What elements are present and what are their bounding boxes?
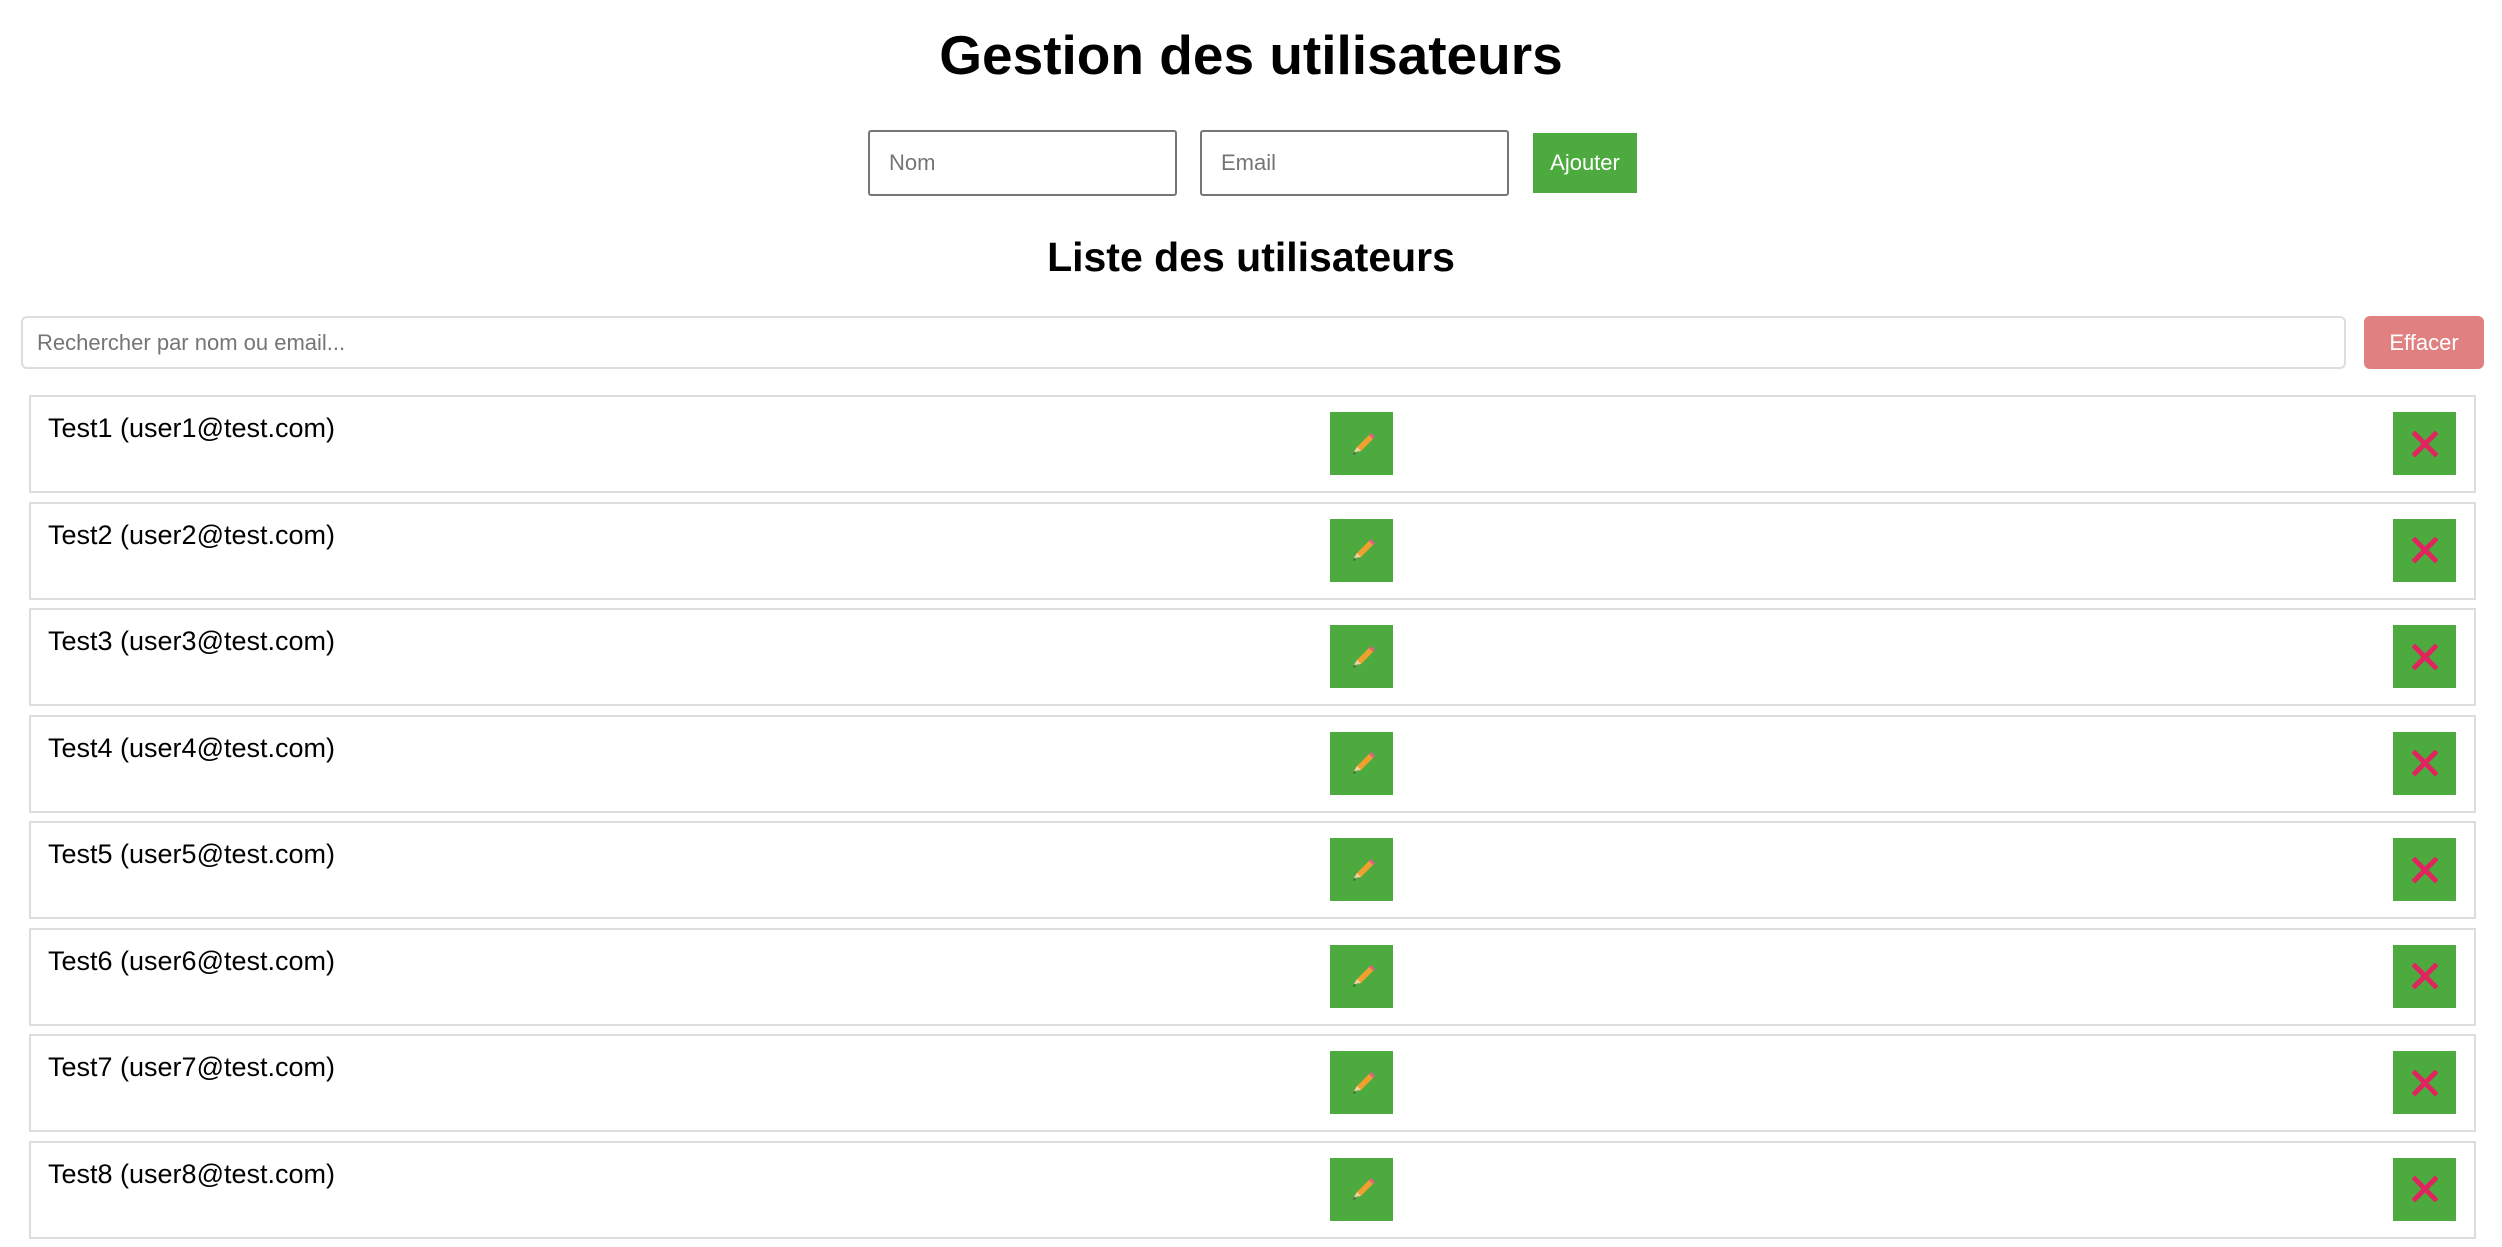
- edit-button[interactable]: [1330, 838, 1393, 901]
- page-title: Gestion des utilisateurs: [939, 24, 1563, 86]
- delete-button[interactable]: [2393, 625, 2456, 688]
- user-label: Test1 (user1@test.com): [48, 413, 335, 443]
- edit-button[interactable]: [1330, 1157, 1393, 1221]
- close-icon: [2411, 1176, 2438, 1202]
- edit-button[interactable]: [1330, 412, 1393, 475]
- delete-button[interactable]: [2393, 944, 2456, 1008]
- pencil-icon: [1352, 752, 1375, 774]
- search-input[interactable]: [21, 316, 2346, 369]
- delete-button[interactable]: [2393, 412, 2456, 475]
- user-label: Test2 (user2@test.com): [48, 519, 335, 550]
- email-input[interactable]: [1200, 130, 1509, 196]
- pencil-icon: [1352, 1071, 1375, 1094]
- pencil-icon: [1352, 645, 1375, 668]
- close-icon: [2411, 963, 2438, 989]
- close-icon: [2411, 643, 2438, 670]
- edit-button[interactable]: [1330, 518, 1393, 582]
- user-row: Test4 (user4@test.com): [29, 714, 2476, 813]
- pencil-icon: [1352, 1178, 1375, 1200]
- user-label: Test6 (user6@test.com): [48, 945, 335, 976]
- edit-button[interactable]: [1330, 731, 1393, 795]
- user-label: Test4 (user4@test.com): [48, 732, 335, 763]
- user-row: Test7 (user7@test.com): [29, 1034, 2476, 1132]
- user-row: Test2 (user2@test.com): [29, 501, 2476, 600]
- add-user-form: Ajouter: [868, 130, 1637, 196]
- user-label: Test5 (user5@test.com): [48, 839, 335, 869]
- user-list: Test1 (user1@test.com) Test2 (user2@test…: [29, 395, 2476, 1247]
- close-icon: [2411, 537, 2438, 563]
- close-icon: [2411, 856, 2438, 883]
- delete-button[interactable]: [2393, 731, 2456, 795]
- close-icon: [2411, 430, 2438, 457]
- user-row: Test8 (user8@test.com): [29, 1140, 2476, 1239]
- delete-button[interactable]: [2393, 1157, 2456, 1221]
- user-label: Test3 (user3@test.com): [48, 626, 335, 656]
- list-title: Liste des utilisateurs: [1047, 234, 1455, 280]
- close-icon: [2411, 1069, 2438, 1096]
- edit-button[interactable]: [1330, 625, 1393, 688]
- user-row: Test5 (user5@test.com): [29, 821, 2476, 919]
- edit-button[interactable]: [1330, 1051, 1393, 1114]
- pencil-icon: [1352, 965, 1375, 987]
- delete-button[interactable]: [2393, 518, 2456, 582]
- user-label: Test8 (user8@test.com): [48, 1158, 335, 1189]
- user-row: Test6 (user6@test.com): [29, 927, 2476, 1026]
- user-row: Test3 (user3@test.com): [29, 608, 2476, 706]
- user-label: Test7 (user7@test.com): [48, 1052, 335, 1082]
- delete-button[interactable]: [2393, 838, 2456, 901]
- pencil-icon: [1352, 858, 1375, 881]
- clear-button[interactable]: Effacer: [2364, 316, 2484, 369]
- close-icon: [2411, 750, 2438, 776]
- pencil-icon: [1352, 432, 1375, 455]
- edit-button[interactable]: [1330, 944, 1393, 1008]
- user-row: Test1 (user1@test.com): [29, 395, 2476, 493]
- pencil-icon: [1352, 539, 1375, 561]
- delete-button[interactable]: [2393, 1051, 2456, 1114]
- name-input[interactable]: [868, 130, 1177, 196]
- add-button[interactable]: Ajouter: [1533, 133, 1637, 193]
